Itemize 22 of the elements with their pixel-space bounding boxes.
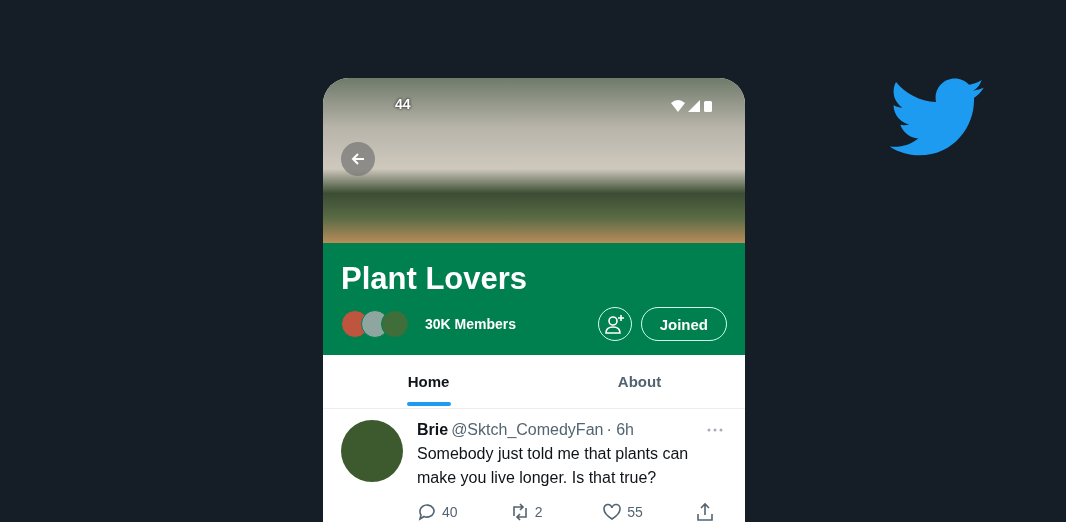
bird-logo-icon [890,78,986,158]
back-arrow-icon [350,151,366,167]
add-person-icon [603,313,626,336]
status-icons [671,99,713,113]
action-count: 40 [442,504,458,520]
action-count: 55 [627,504,643,520]
back-button[interactable] [341,142,375,176]
member-count: 30K Members [425,316,517,333]
member-avatar [381,310,409,339]
community-title: Plant Lovers [341,261,529,298]
tweet-text: Somebody just told me that plants can make you live longer. Is that true? [417,444,690,488]
author-name: Brie [417,420,449,440]
author-handle: @Sktch_ComedyFan [451,420,604,440]
tweet-time: · 6h [606,420,634,440]
joined-button[interactable]: Joined [640,307,727,342]
tab[interactable]: Home [323,355,534,408]
reply-icon[interactable] [417,502,437,522]
heart-icon[interactable] [602,502,623,522]
status-time: 44 [395,96,411,112]
share-icon[interactable] [694,502,715,522]
action-count: 2 [534,504,543,520]
tab[interactable]: About [534,355,745,408]
